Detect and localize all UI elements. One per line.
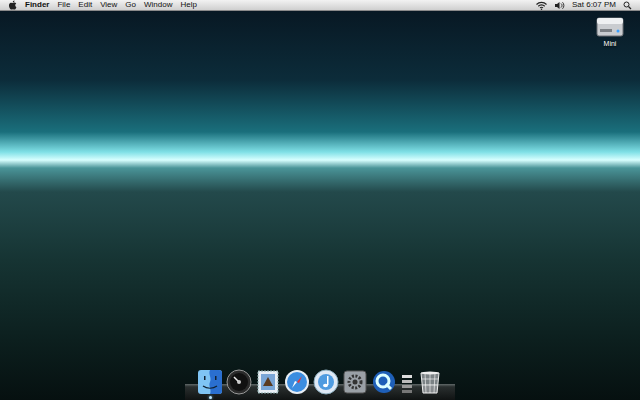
mail-icon[interactable] [255,369,281,395]
running-indicator [406,396,409,399]
menu-bar: Finder File Edit View Go Window Help Sat 6:07 P… [0,0,640,11]
running-indicator [267,396,270,399]
running-indicator [429,396,432,399]
menu-item[interactable]: Help [180,1,196,9]
menu-item[interactable]: Edit [78,1,92,9]
finder-icon[interactable] [197,369,223,395]
running-indicator [383,396,386,399]
dock-item[interactable] [255,369,281,399]
desktop: Finder File Edit View Go Window Help Sat 6:07 P… [0,0,640,400]
spotlight-icon[interactable] [623,1,632,10]
hard-drive-icon[interactable] [596,14,624,38]
menu-item[interactable]: View [100,1,117,9]
running-indicator [354,396,357,399]
desktop-icon-label: Mini [604,39,617,48]
running-indicator [209,396,212,399]
menu-item[interactable]: Window [144,1,172,9]
dock-item[interactable] [313,369,339,399]
safari-icon[interactable] [284,369,310,395]
running-indicator [296,396,299,399]
quicktime-icon[interactable] [371,369,397,395]
dock-item[interactable] [284,369,310,399]
stack-icon[interactable] [400,369,414,395]
desktop-icon[interactable]: Mini [590,14,630,48]
clock[interactable]: Sat 6:07 PM [572,1,616,9]
dock [185,367,455,400]
menu-item[interactable]: File [57,1,70,9]
dock-item[interactable] [400,369,414,399]
apple-icon[interactable] [8,0,17,10]
dock-item[interactable] [417,369,443,399]
running-indicator [325,396,328,399]
system-preferences-icon[interactable] [342,369,368,395]
wifi-icon[interactable] [536,1,547,10]
trash-icon[interactable] [417,369,443,395]
itunes-icon[interactable] [313,369,339,395]
dashboard-icon[interactable] [226,369,252,395]
dock-item[interactable] [226,369,252,399]
app-menu[interactable]: Finder [25,1,49,9]
dock-item[interactable] [342,369,368,399]
menu-item[interactable]: Go [125,1,136,9]
running-indicator [238,396,241,399]
dock-item[interactable] [197,369,223,399]
volume-icon[interactable] [554,1,565,10]
dock-item[interactable] [371,369,397,399]
